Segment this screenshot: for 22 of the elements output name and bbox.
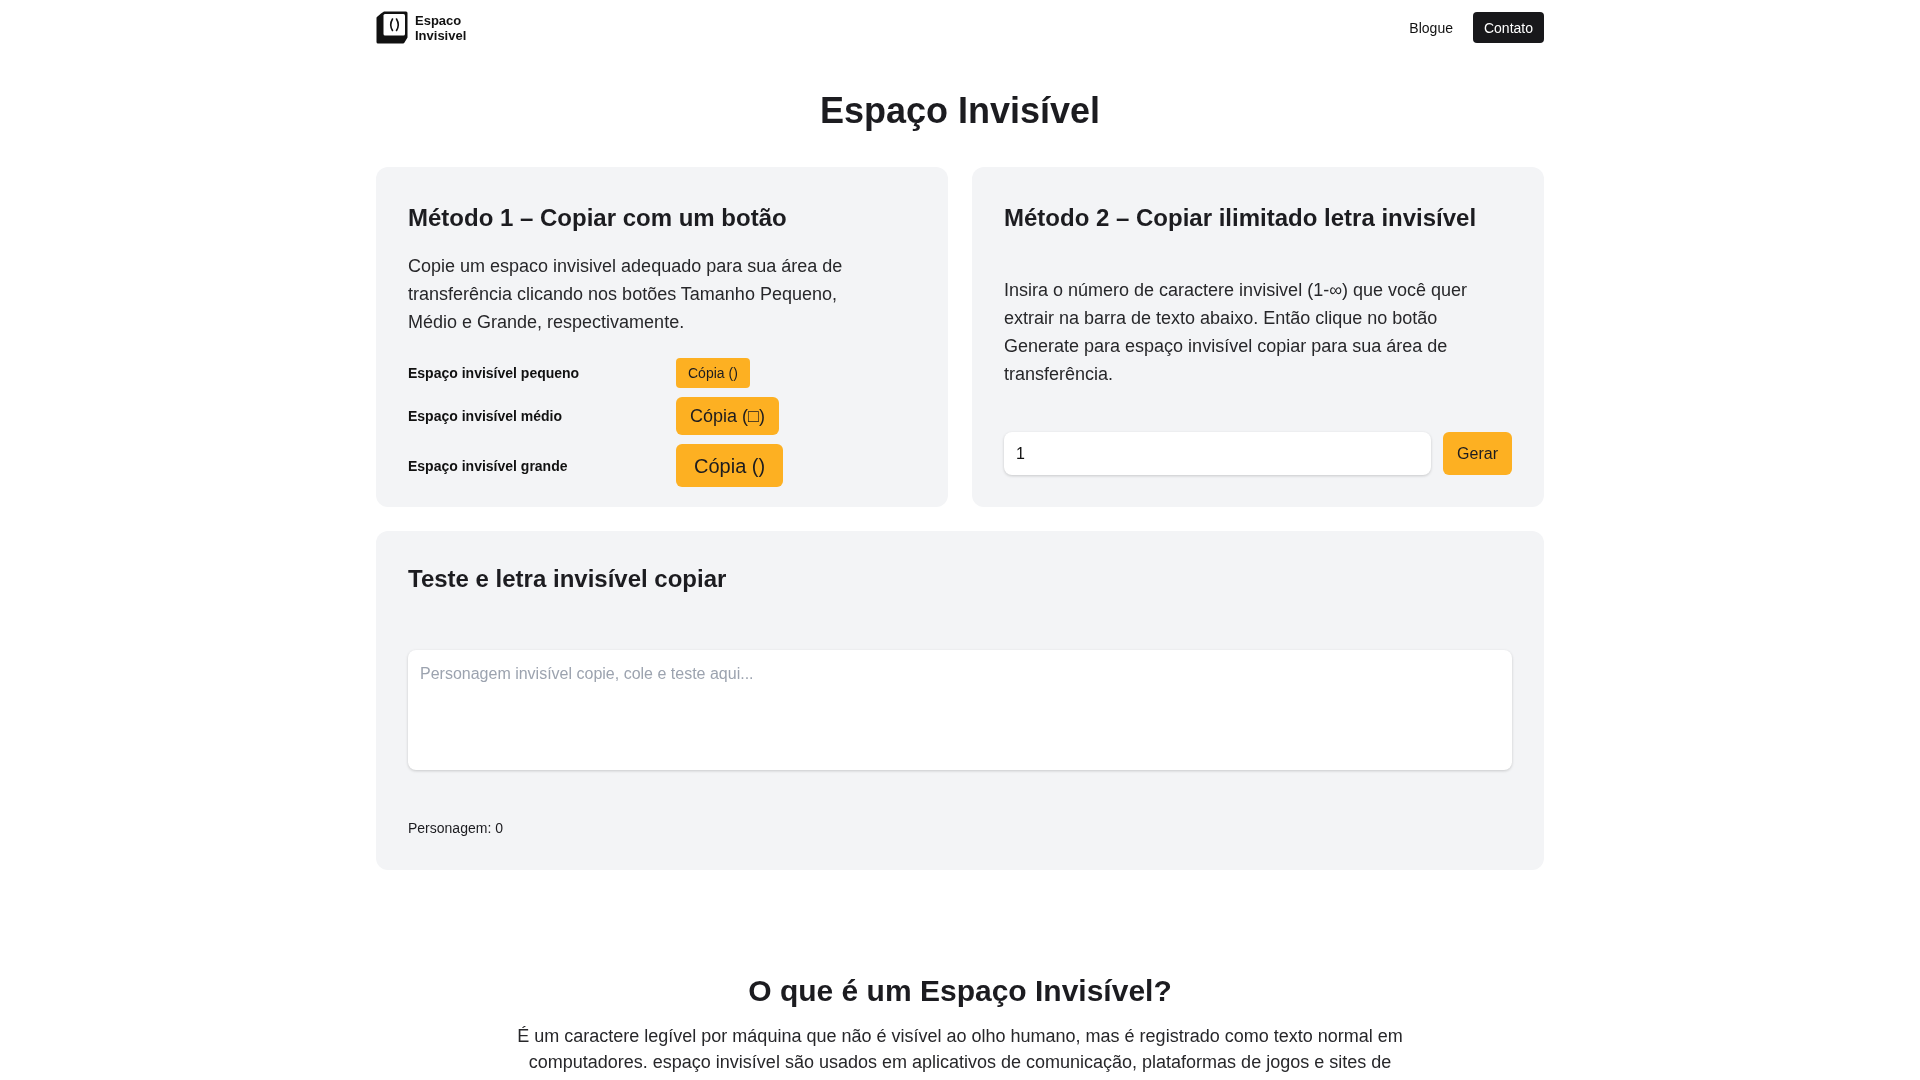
copy-button[interactable]: Cópia ()	[676, 358, 750, 388]
section-paragraph: É um caractere legível por máquina que não é visível ao olho humano, mas é registrado como texto normal em computadores. espaço invisível são usados em aplicativos de comunicação, plataformas de jogos e sites de	[516, 1025, 1404, 1074]
logo-icon	[376, 10, 408, 45]
contact-button[interactable]: Contato	[1472, 12, 1544, 43]
generate-button[interactable]: Gerar	[1443, 432, 1512, 475]
section-heading: O que é um Espaço Invisível?	[747, 973, 1173, 1009]
test-textarea[interactable]: Personagem invisível copie, cole e teste aqui...	[408, 650, 1512, 770]
character-counter: Personagem: 0	[408, 819, 504, 838]
count-input[interactable]: 1	[1004, 432, 1432, 475]
card-heading: Teste e letra invisível copiar	[408, 564, 728, 594]
card-description: Insira o número de caractere invisivel (1-∞) que você quer extrair na barra de texto abaixo. Então clique no botão Generate para espaço invisível copiar para sua área de transferência.	[1004, 279, 1469, 386]
blog-link[interactable]: Blogue	[1405, 17, 1457, 38]
card-description: Copie um espaco invisivel adequado para sua área de transferência clicando nos botões Tamanho Pequeno, Médio e Grande, respectivamente.	[408, 255, 844, 334]
copy-button[interactable]: Cópia (□)	[676, 397, 779, 435]
page-title: Espaço Invisível	[818, 91, 1102, 131]
card-heading: Método 1 – Copiar com um botão	[408, 203, 788, 233]
row-label: Espaço invisível pequeno	[408, 364, 581, 383]
row-label: Espaço invisível grande	[408, 456, 569, 476]
card-heading: Método 2 – Copiar ilimitado letra invisível	[1004, 203, 1478, 233]
row-label: Espaço invisível médio	[408, 407, 564, 426]
copy-button[interactable]: Cópia ()	[676, 444, 784, 487]
brand-name[interactable]: Espaco Invisivel	[415, 12, 467, 43]
